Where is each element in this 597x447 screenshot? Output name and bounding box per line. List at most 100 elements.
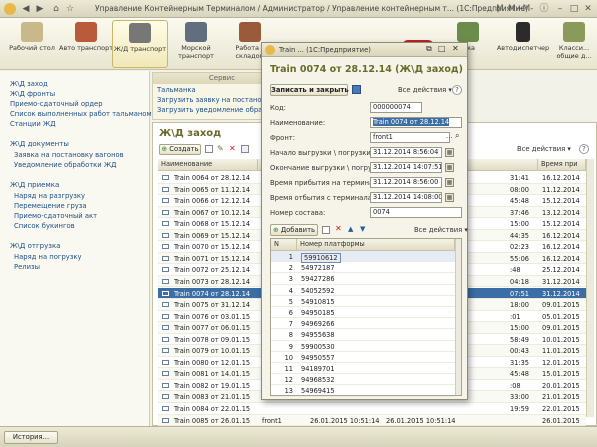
back-icon[interactable]: ◀ <box>20 3 32 15</box>
row-name: Train 0067 от 10.12.14 <box>174 208 251 217</box>
arrive-field[interactable]: 31.12.2014 8:56:00 <box>370 177 442 188</box>
document-icon <box>162 417 169 423</box>
depart-calendar-icon[interactable]: ▦ <box>445 193 454 202</box>
nav-unloading-order[interactable]: Наряд на разгрузку <box>14 192 85 200</box>
platform-row[interactable]: 6 94950185 <box>271 307 455 319</box>
platform-row[interactable]: 11 94189701 <box>271 363 455 375</box>
section-auto-transport[interactable]: Авто транспорт <box>58 20 114 68</box>
history-button[interactable]: История... <box>4 431 58 444</box>
dialog-all-actions[interactable]: Все действия ▾ <box>398 86 452 94</box>
delete-row-icon[interactable]: ✕ <box>335 224 342 233</box>
home-icon[interactable]: ⌂ <box>50 3 62 15</box>
minimize-icon[interactable]: – <box>554 3 566 15</box>
code-field[interactable]: 000000074 <box>370 102 422 113</box>
move-down-icon[interactable]: ▼ <box>360 225 365 233</box>
section-sea-transport[interactable]: Морской транспорт <box>168 20 224 68</box>
section-desktop[interactable]: Рабочий стол <box>4 20 60 68</box>
section-classifiers[interactable]: Класси... общие д... <box>552 20 596 68</box>
memory-icon[interactable]: M <box>494 3 506 15</box>
nav-rail-fronts[interactable]: Ж\Д фронты <box>10 90 55 98</box>
document-icon <box>162 255 169 261</box>
platform-row[interactable]: 9 59900530 <box>271 341 455 352</box>
save-icon[interactable] <box>352 85 361 94</box>
nav-acceptance-order[interactable]: Приемо-сдаточный ордер <box>10 100 103 108</box>
platform-row[interactable]: 1 59910612 <box>271 251 455 263</box>
nav-processing-notice[interactable]: Уведомление обработки ЖД <box>14 161 117 169</box>
platforms-scrollbar[interactable] <box>455 239 461 395</box>
filter-icon[interactable] <box>241 145 249 153</box>
platform-row[interactable]: 4 54052592 <box>271 285 455 296</box>
dialog-maximize-icon[interactable]: □ <box>438 44 446 53</box>
help-icon[interactable]: ? <box>579 144 589 154</box>
nav-releases[interactable]: Релизы <box>14 263 40 271</box>
copy-icon[interactable] <box>205 145 213 153</box>
front-field[interactable]: front1 <box>370 132 450 143</box>
nav-group-shipment: Ж\Д отгрузка <box>10 242 61 250</box>
platform-row[interactable]: 12 94968532 <box>271 374 455 386</box>
platform-row[interactable]: 5 54910815 <box>271 296 455 307</box>
copy-row-icon[interactable] <box>322 226 330 234</box>
front-select-button[interactable]: ... <box>446 132 453 140</box>
platform-row[interactable]: 2 54972187 <box>271 262 455 274</box>
nav-group-acceptance: Ж\Д приемка <box>10 181 60 189</box>
nav-loading-order[interactable]: Наряд на погрузку <box>14 253 82 261</box>
nav-rail-stations[interactable]: Станции ЖД <box>10 120 56 128</box>
dialog-close-icon[interactable]: ✕ <box>452 44 459 53</box>
compno-field[interactable]: 0074 <box>370 207 462 218</box>
section-autodispatcher[interactable]: Автодиспетчер <box>496 20 550 68</box>
maximize-icon[interactable]: □ <box>568 3 580 15</box>
forward-icon[interactable]: ▶ <box>34 3 46 15</box>
platform-row[interactable]: 13 54969415 <box>271 385 455 397</box>
nav-cargo-movement[interactable]: Перемещение груза <box>14 202 87 210</box>
arrive-calendar-icon[interactable]: ▦ <box>445 178 454 187</box>
close-icon[interactable]: ✕ <box>582 3 594 15</box>
row-arrival-date: 15.12.2014 <box>542 220 580 229</box>
row-arrival-date: 10.01.2015 <box>542 335 580 344</box>
list-scrollbar[interactable] <box>586 159 594 417</box>
table-row[interactable]: Train 0084 от 22.01.15 19:59 22.01.2015 <box>158 403 586 415</box>
col-platform-header[interactable]: Номер платформы <box>297 239 455 251</box>
start-calendar-icon[interactable]: ▦ <box>445 148 454 157</box>
platform-row[interactable]: 3 59427286 <box>271 273 455 285</box>
nav-bookings[interactable]: Список букингов <box>14 222 75 230</box>
platform-row[interactable]: 7 94969266 <box>271 318 455 330</box>
platform-row[interactable]: 10 94950557 <box>271 352 455 363</box>
favorites-icon[interactable]: ☆ <box>64 3 76 15</box>
service-load-request[interactable]: Загрузить заявку на постановку <box>157 96 274 104</box>
document-icon <box>162 198 169 204</box>
delete-icon[interactable]: ✕ <box>229 144 236 153</box>
memory-minus-icon[interactable]: M- <box>522 3 534 15</box>
move-up-icon[interactable]: ▲ <box>348 225 353 233</box>
table-row[interactable]: Train 0085 от 26.01.15 26.01.2015 front1 26… <box>158 414 586 427</box>
app-logo-icon <box>265 45 275 55</box>
col-name-header[interactable]: Наименование <box>158 159 258 171</box>
col-arrival-header[interactable]: Время при <box>538 159 586 171</box>
col-n-header[interactable]: N <box>271 239 297 251</box>
row-name: Train 0084 от 22.01.15 <box>174 405 251 413</box>
edit-icon[interactable]: ✎ <box>217 144 224 153</box>
save-close-button[interactable]: Записать и закрыть <box>270 84 349 96</box>
nav-wagon-request[interactable]: Заявка на постановку вагонов <box>14 151 124 159</box>
service-tallyman[interactable]: Тальманка <box>157 86 196 94</box>
nav-acceptance-act[interactable]: Приемо-сдаточный акт <box>14 212 97 220</box>
section-railway[interactable]: Ж/Д транспорт <box>112 20 168 68</box>
platform-row[interactable]: 8 94955638 <box>271 329 455 341</box>
start-field[interactable]: 31.12.2014 8:56:04 <box>370 147 442 158</box>
platform-number: 94189701 <box>301 365 335 373</box>
create-button[interactable]: ⊕ Создать <box>159 144 201 155</box>
end-field[interactable]: 31.12.2014 14:07:51 <box>370 162 442 173</box>
list-all-actions[interactable]: Все действия ▾ <box>517 145 571 153</box>
add-row-button[interactable]: ⊕ Добавить <box>270 224 318 236</box>
depart-field[interactable]: 31.12.2014 14:08:00 <box>370 192 442 203</box>
row-arrival-date: 16.12.2014 <box>542 231 580 240</box>
end-calendar-icon[interactable]: ▦ <box>445 163 454 172</box>
nav-tallyman-works[interactable]: Список выполненных работ тальманом <box>10 110 152 118</box>
dialog-help-icon[interactable]: ? <box>452 85 462 95</box>
dialog-restore-icon[interactable]: ⧉ <box>426 44 432 54</box>
memory-plus-icon[interactable]: M+ <box>508 3 523 15</box>
table-all-actions[interactable]: Все действия ▾ <box>414 226 468 234</box>
front-search-icon[interactable]: ⌕ <box>455 131 459 141</box>
name-field[interactable]: Train 0074 от 28.12.14 <box>370 117 462 128</box>
info-icon[interactable]: ⓘ <box>538 3 550 15</box>
nav-rail-arrival[interactable]: Ж\Д заход <box>10 80 48 88</box>
